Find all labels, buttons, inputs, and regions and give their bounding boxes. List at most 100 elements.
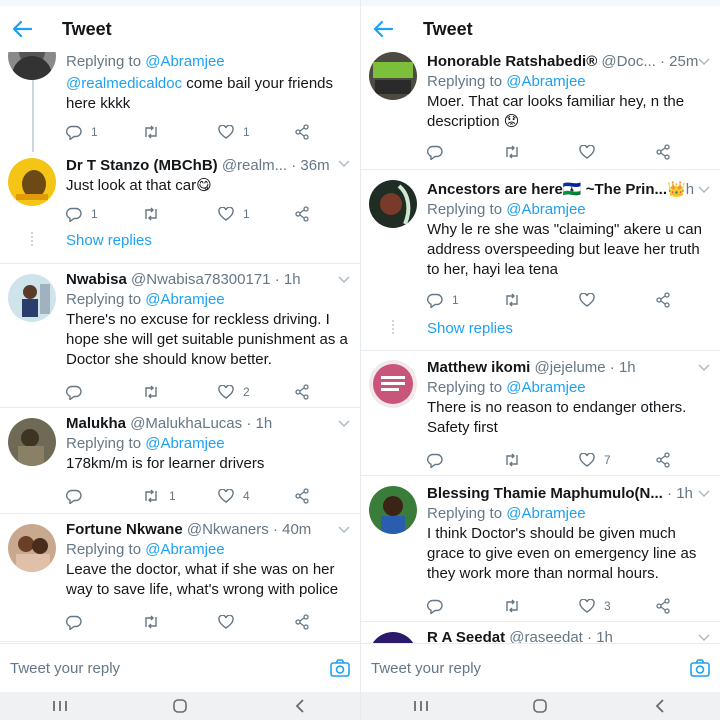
back-button[interactable] (0, 6, 44, 52)
like-button[interactable] (218, 615, 294, 629)
reply-button[interactable]: 1 (427, 293, 503, 308)
retweet-button[interactable] (503, 599, 579, 613)
retweet-button[interactable] (142, 385, 218, 399)
tweet[interactable]: Nwabisa @Nwabisa78300171 · 1h Replying t… (0, 264, 360, 408)
nav-back-button[interactable] (640, 692, 680, 720)
tweet-header: Malukha @MalukhaLucas · 1h (66, 415, 273, 432)
like-button[interactable]: 1 (218, 207, 294, 221)
share-icon (656, 144, 670, 160)
chevron-down-icon[interactable] (338, 276, 350, 284)
reply-input[interactable]: Tweet your reply (10, 660, 320, 677)
camera-button[interactable] (320, 648, 360, 688)
like-button[interactable]: 4 (218, 489, 294, 503)
replying-to: Replying to @Abramjee (66, 291, 225, 308)
avatar[interactable] (8, 524, 56, 572)
tweet[interactable]: Malukha @MalukhaLucas · 1h Replying to @… (0, 408, 360, 514)
reply-input[interactable]: Tweet your reply (371, 660, 680, 677)
tweet-actions: 3 (427, 596, 700, 616)
show-replies-link[interactable]: Show replies (66, 232, 152, 249)
recent-apps-button[interactable] (401, 692, 441, 720)
avatar[interactable] (8, 52, 56, 80)
replying-to: Replying to @Abramjee (427, 379, 586, 396)
tweet[interactable]: Matthew ikomi @jejelume · 1h Replying to… (361, 350, 720, 476)
recent-apps-button[interactable] (40, 692, 80, 720)
home-button[interactable] (160, 692, 200, 720)
share-button[interactable] (294, 384, 310, 400)
avatar[interactable] (369, 360, 417, 408)
nav-back-button[interactable] (280, 692, 320, 720)
avatar[interactable] (8, 274, 56, 322)
share-icon (295, 124, 309, 140)
avatar[interactable] (369, 180, 417, 228)
mention-link[interactable]: @realmedicaldoc (66, 75, 182, 92)
system-nav-bar (361, 692, 720, 720)
tweet[interactable]: Fortune Nkwane @Nkwaners · 40m Replying … (0, 514, 360, 642)
reply-composer[interactable]: Tweet your reply (361, 643, 720, 692)
retweet-button[interactable]: 1 (142, 489, 218, 503)
like-button[interactable] (579, 293, 655, 307)
tweet[interactable]: Blessing Thamie Maphumulo(N... · 1h Repl… (361, 476, 720, 622)
like-button[interactable]: 2 (218, 385, 294, 399)
like-button[interactable]: 7 (579, 453, 655, 467)
like-button[interactable]: 1 (218, 125, 294, 139)
heart-icon (218, 489, 234, 503)
like-button[interactable]: 3 (579, 599, 655, 613)
tweet[interactable]: Ancestors are here🇱🇸 ~The Prin...👑h Repl… (361, 170, 720, 310)
retweet-button[interactable] (142, 207, 218, 221)
reply-button[interactable] (427, 145, 503, 160)
tweet-feed[interactable]: Honorable Ratshabedi® @Doc... · 25m Repl… (361, 52, 720, 643)
like-button[interactable] (579, 145, 655, 159)
retweet-button[interactable] (503, 293, 579, 307)
chevron-down-icon[interactable] (698, 634, 710, 642)
share-button[interactable] (655, 452, 671, 468)
reply-button[interactable] (66, 615, 142, 630)
avatar-image (8, 418, 56, 466)
reply-button[interactable] (427, 599, 503, 614)
chevron-down-icon[interactable] (698, 186, 710, 194)
tweet-actions: 1 4 (66, 486, 340, 506)
reply-composer[interactable]: Tweet your reply (0, 643, 360, 692)
back-button[interactable] (361, 6, 405, 52)
recent-apps-icon (53, 701, 67, 711)
share-button[interactable] (655, 144, 671, 160)
retweet-button[interactable] (142, 125, 218, 139)
show-replies-link[interactable]: Show replies (427, 320, 513, 337)
chevron-down-icon[interactable] (698, 364, 710, 372)
chevron-down-icon[interactable] (338, 420, 350, 428)
reply-button[interactable] (66, 489, 142, 504)
share-button[interactable] (655, 598, 671, 614)
reply-button[interactable] (427, 453, 503, 468)
share-button[interactable] (655, 292, 671, 308)
reply-button[interactable] (66, 385, 142, 400)
retweet-button[interactable] (503, 145, 579, 159)
tweet-feed[interactable]: Replying to @Abramjee @realmedicaldoc co… (0, 52, 360, 643)
tweet[interactable]: R A Seedat @raseedat · 1h (361, 622, 720, 643)
retweet-icon (506, 293, 518, 307)
home-button[interactable] (520, 692, 560, 720)
heart-icon (218, 125, 234, 139)
avatar[interactable] (8, 418, 56, 466)
reply-button[interactable]: 1 (66, 125, 142, 140)
share-button[interactable] (294, 124, 310, 140)
reply-button[interactable]: 1 (66, 207, 142, 222)
avatar[interactable] (369, 486, 417, 534)
chevron-down-icon[interactable] (338, 160, 350, 168)
retweet-button[interactable] (503, 453, 579, 467)
tweet[interactable]: Replying to @Abramjee @realmedicaldoc co… (0, 52, 360, 144)
share-button[interactable] (294, 614, 310, 630)
avatar[interactable] (8, 158, 56, 206)
share-button[interactable] (294, 488, 310, 504)
retweet-button[interactable] (142, 615, 218, 629)
camera-button[interactable] (680, 648, 720, 688)
share-button[interactable] (294, 206, 310, 222)
tweet[interactable]: Honorable Ratshabedi® @Doc... · 25m Repl… (361, 52, 720, 170)
heart-icon (218, 615, 234, 629)
avatar[interactable] (369, 632, 417, 643)
reply-icon (427, 293, 443, 308)
reply-icon (66, 125, 82, 140)
avatar[interactable] (369, 52, 417, 100)
chevron-down-icon[interactable] (698, 58, 710, 66)
page-title: Tweet (423, 18, 473, 39)
chevron-down-icon[interactable] (698, 490, 710, 498)
chevron-down-icon[interactable] (338, 526, 350, 534)
